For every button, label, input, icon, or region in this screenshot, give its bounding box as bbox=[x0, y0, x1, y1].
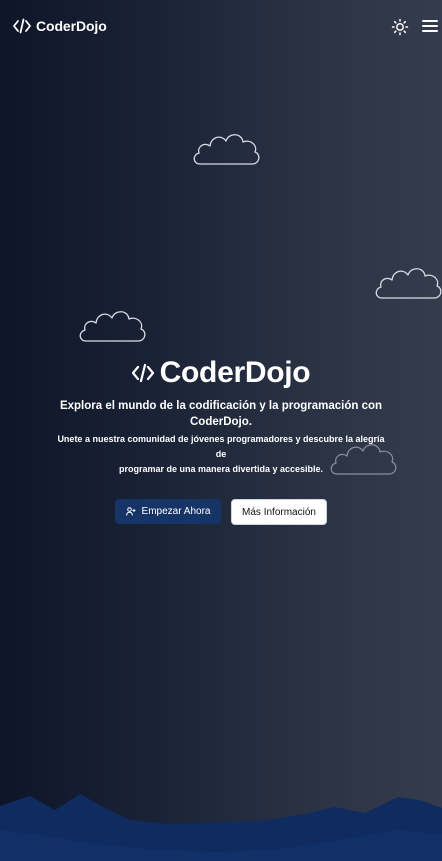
cloud-icon bbox=[375, 268, 442, 299]
hero-actions: Empezar Ahora Más Información bbox=[0, 499, 442, 525]
hero-title: CoderDojo bbox=[159, 356, 311, 389]
more-info-label: Más Información bbox=[242, 506, 316, 518]
mountains-decoration bbox=[0, 794, 442, 861]
hero-section: CoderDojo Explora el mundo de la codific… bbox=[0, 352, 442, 477]
code-icon bbox=[131, 363, 154, 383]
hero-description: Unete a nuestra comunidad de jóvenes pro… bbox=[51, 432, 391, 477]
start-now-button[interactable]: Empezar Ahora bbox=[115, 499, 221, 524]
top-navbar: CoderDojo bbox=[0, 0, 442, 56]
user-plus-icon bbox=[125, 507, 136, 516]
hero-description-line: Unete a nuestra comunidad de jóvenes pro… bbox=[57, 434, 385, 459]
hamburger-menu-icon[interactable] bbox=[421, 18, 439, 34]
cloud-icon bbox=[193, 134, 260, 165]
sun-icon[interactable] bbox=[391, 18, 409, 36]
brand-name: CoderDojo bbox=[36, 18, 107, 34]
cloud-icon bbox=[79, 311, 146, 342]
hero-tagline: Explora el mundo de la codificación y la… bbox=[59, 400, 383, 428]
hero-description-line: programar de una manera divertida y acce… bbox=[118, 464, 324, 474]
more-info-button[interactable]: Más Información bbox=[231, 499, 327, 525]
hero-title-row: CoderDojo bbox=[0, 352, 442, 394]
start-now-label: Empezar Ahora bbox=[141, 506, 211, 517]
code-icon bbox=[13, 18, 31, 34]
brand-logo[interactable]: CoderDojo bbox=[13, 18, 107, 34]
